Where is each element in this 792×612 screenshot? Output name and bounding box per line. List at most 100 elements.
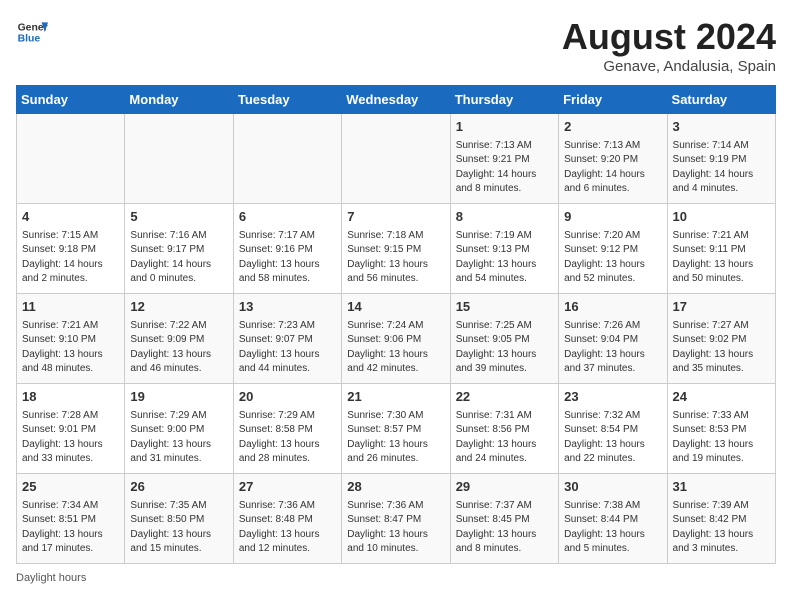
day-info: Sunrise: 7:32 AM Sunset: 8:54 PM Dayligh… xyxy=(564,409,661,467)
subtitle: Genave, Andalusia, Spain xyxy=(562,58,776,75)
day-number: 8 xyxy=(456,208,553,227)
day-info: Sunrise: 7:37 AM Sunset: 8:45 PM Dayligh… xyxy=(456,499,553,557)
calendar-day-cell: 19Sunrise: 7:29 AM Sunset: 9:00 PM Dayli… xyxy=(125,384,233,474)
month-title: August 2024 xyxy=(562,16,776,58)
day-number: 23 xyxy=(564,388,661,407)
svg-text:Blue: Blue xyxy=(18,34,41,45)
day-number: 20 xyxy=(239,388,336,407)
calendar-day-cell: 25 Sunrise: 7:34 AM Sunset: 8:51 PM Dayli… xyxy=(17,474,125,564)
day-info: Sunrise: 7:15 AM Sunset: 9:18 PM Dayligh… xyxy=(22,229,119,287)
calendar-week-row: 1 Sunrise: 7:13 AM Sunset: 9:21 PM Daylig… xyxy=(17,114,776,204)
calendar-day-cell: 12 Sunrise: 7:22 AM Sunset: 9:09 PM Dayli… xyxy=(125,294,233,384)
title-block: August 2024 Genave, Andalusia, Spain xyxy=(562,16,776,75)
day-info: Sunrise: 7:30 AM Sunset: 8:57 PM Dayligh… xyxy=(347,409,444,467)
day-number: 13 xyxy=(239,298,336,317)
day-number: 28 xyxy=(347,478,444,497)
logo: General Blue xyxy=(16,16,48,48)
day-info: Sunrise: 7:39 AM Sunset: 8:42 PM Dayligh… xyxy=(673,499,770,557)
calendar-day-cell xyxy=(233,114,341,204)
day-number: 14 xyxy=(347,298,444,317)
day-info: Sunrise: 7:27 AM Sunset: 9:02 PM Dayligh… xyxy=(673,319,770,377)
day-of-week-header: Tuesday xyxy=(233,86,341,114)
page-header: General Blue August 2024 Genave, Andalus… xyxy=(16,16,776,75)
calendar-day-cell: 5 Sunrise: 7:16 AM Sunset: 9:17 PM Daylig… xyxy=(125,204,233,294)
day-number: 26 xyxy=(130,478,227,497)
calendar-week-row: 4Sunrise: 7:15 AM Sunset: 9:18 PM Daylig… xyxy=(17,204,776,294)
day-of-week-header: Friday xyxy=(559,86,667,114)
calendar-header-row: SundayMondayTuesdayWednesdayThursdayFrid… xyxy=(17,86,776,114)
day-of-week-header: Monday xyxy=(125,86,233,114)
day-number: 24 xyxy=(673,388,770,407)
day-info: Sunrise: 7:14 AM Sunset: 9:19 PM Dayligh… xyxy=(673,139,770,197)
day-info: Sunrise: 7:29 AM Sunset: 8:58 PM Dayligh… xyxy=(239,409,336,467)
calendar-day-cell xyxy=(342,114,450,204)
day-info: Sunrise: 7:21 AM Sunset: 9:11 PM Dayligh… xyxy=(673,229,770,287)
day-number: 9 xyxy=(564,208,661,227)
day-info: Sunrise: 7:23 AM Sunset: 9:07 PM Dayligh… xyxy=(239,319,336,377)
day-number: 7 xyxy=(347,208,444,227)
calendar-day-cell: 18 Sunrise: 7:28 AM Sunset: 9:01 PM Dayli… xyxy=(17,384,125,474)
day-info: Sunrise: 7:38 AM Sunset: 8:44 PM Dayligh… xyxy=(564,499,661,557)
day-number: 5 xyxy=(130,208,227,227)
day-info: Sunrise: 7:31 AM Sunset: 8:56 PM Dayligh… xyxy=(456,409,553,467)
day-number: 31 xyxy=(673,478,770,497)
day-number: 11 xyxy=(22,298,119,317)
day-number: 25 xyxy=(22,478,119,497)
calendar-day-cell: 24 Sunrise: 7:33 AM Sunset: 8:53 PM Dayli… xyxy=(667,384,775,474)
calendar-day-cell: 22 Sunrise: 7:31 AM Sunset: 8:56 PM Dayli… xyxy=(450,384,558,474)
calendar-week-row: 18 Sunrise: 7:28 AM Sunset: 9:01 PM Dayli… xyxy=(17,384,776,474)
day-info: Sunrise: 7:35 AM Sunset: 8:50 PM Dayligh… xyxy=(130,499,227,557)
day-number: 21 xyxy=(347,388,444,407)
calendar-day-cell: 11 Sunrise: 7:21 AM Sunset: 9:10 PM Dayli… xyxy=(17,294,125,384)
calendar-day-cell: 31 Sunrise: 7:39 AM Sunset: 8:42 PM Dayli… xyxy=(667,474,775,564)
day-info: Sunrise: 7:36 AM Sunset: 8:48 PM Dayligh… xyxy=(239,499,336,557)
day-number: 27 xyxy=(239,478,336,497)
day-number: 17 xyxy=(673,298,770,317)
day-info: Sunrise: 7:13 AM Sunset: 9:21 PM Dayligh… xyxy=(456,139,553,197)
day-number: 30 xyxy=(564,478,661,497)
day-info: Sunrise: 7:18 AM Sunset: 9:15 PM Dayligh… xyxy=(347,229,444,287)
day-info: Sunrise: 7:21 AM Sunset: 9:10 PM Dayligh… xyxy=(22,319,119,377)
calendar-day-cell: 7 Sunrise: 7:18 AM Sunset: 9:15 PM Daylig… xyxy=(342,204,450,294)
day-number: 16 xyxy=(564,298,661,317)
day-info: Sunrise: 7:26 AM Sunset: 9:04 PM Dayligh… xyxy=(564,319,661,377)
calendar-day-cell: 8Sunrise: 7:19 AM Sunset: 9:13 PM Daylig… xyxy=(450,204,558,294)
day-info: Sunrise: 7:36 AM Sunset: 8:47 PM Dayligh… xyxy=(347,499,444,557)
day-info: Sunrise: 7:28 AM Sunset: 9:01 PM Dayligh… xyxy=(22,409,119,467)
calendar-day-cell: 30 Sunrise: 7:38 AM Sunset: 8:44 PM Dayli… xyxy=(559,474,667,564)
calendar-day-cell: 16 Sunrise: 7:26 AM Sunset: 9:04 PM Dayli… xyxy=(559,294,667,384)
day-number: 22 xyxy=(456,388,553,407)
day-info: Sunrise: 7:22 AM Sunset: 9:09 PM Dayligh… xyxy=(130,319,227,377)
day-info: Sunrise: 7:13 AM Sunset: 9:20 PM Dayligh… xyxy=(564,139,661,197)
day-number: 29 xyxy=(456,478,553,497)
day-number: 12 xyxy=(130,298,227,317)
calendar-day-cell: 15Sunrise: 7:25 AM Sunset: 9:05 PM Dayli… xyxy=(450,294,558,384)
calendar-week-row: 25 Sunrise: 7:34 AM Sunset: 8:51 PM Dayli… xyxy=(17,474,776,564)
calendar-day-cell: 28 Sunrise: 7:36 AM Sunset: 8:47 PM Dayli… xyxy=(342,474,450,564)
calendar-day-cell: 23 Sunrise: 7:32 AM Sunset: 8:54 PM Dayli… xyxy=(559,384,667,474)
calendar-day-cell: 2 Sunrise: 7:13 AM Sunset: 9:20 PM Daylig… xyxy=(559,114,667,204)
calendar-day-cell xyxy=(125,114,233,204)
calendar-day-cell: 13 Sunrise: 7:23 AM Sunset: 9:07 PM Dayli… xyxy=(233,294,341,384)
calendar-day-cell: 10Sunrise: 7:21 AM Sunset: 9:11 PM Dayli… xyxy=(667,204,775,294)
day-info: Sunrise: 7:16 AM Sunset: 9:17 PM Dayligh… xyxy=(130,229,227,287)
day-info: Sunrise: 7:34 AM Sunset: 8:51 PM Dayligh… xyxy=(22,499,119,557)
day-info: Sunrise: 7:24 AM Sunset: 9:06 PM Dayligh… xyxy=(347,319,444,377)
calendar-day-cell: 26 Sunrise: 7:35 AM Sunset: 8:50 PM Dayli… xyxy=(125,474,233,564)
day-info: Sunrise: 7:33 AM Sunset: 8:53 PM Dayligh… xyxy=(673,409,770,467)
calendar-day-cell: 3 Sunrise: 7:14 AM Sunset: 9:19 PM Daylig… xyxy=(667,114,775,204)
day-number: 3 xyxy=(673,118,770,137)
calendar-day-cell: 27 Sunrise: 7:36 AM Sunset: 8:48 PM Dayli… xyxy=(233,474,341,564)
day-number: 18 xyxy=(22,388,119,407)
calendar-day-cell: 1 Sunrise: 7:13 AM Sunset: 9:21 PM Daylig… xyxy=(450,114,558,204)
day-of-week-header: Thursday xyxy=(450,86,558,114)
calendar-body: 1 Sunrise: 7:13 AM Sunset: 9:21 PM Daylig… xyxy=(17,114,776,564)
day-number: 6 xyxy=(239,208,336,227)
calendar-day-cell: 14 Sunrise: 7:24 AM Sunset: 9:06 PM Dayli… xyxy=(342,294,450,384)
day-of-week-header: Wednesday xyxy=(342,86,450,114)
day-number: 15 xyxy=(456,298,553,317)
day-number: 1 xyxy=(456,118,553,137)
day-number: 2 xyxy=(564,118,661,137)
day-info: Sunrise: 7:20 AM Sunset: 9:12 PM Dayligh… xyxy=(564,229,661,287)
calendar-day-cell: 29 Sunrise: 7:37 AM Sunset: 8:45 PM Dayli… xyxy=(450,474,558,564)
